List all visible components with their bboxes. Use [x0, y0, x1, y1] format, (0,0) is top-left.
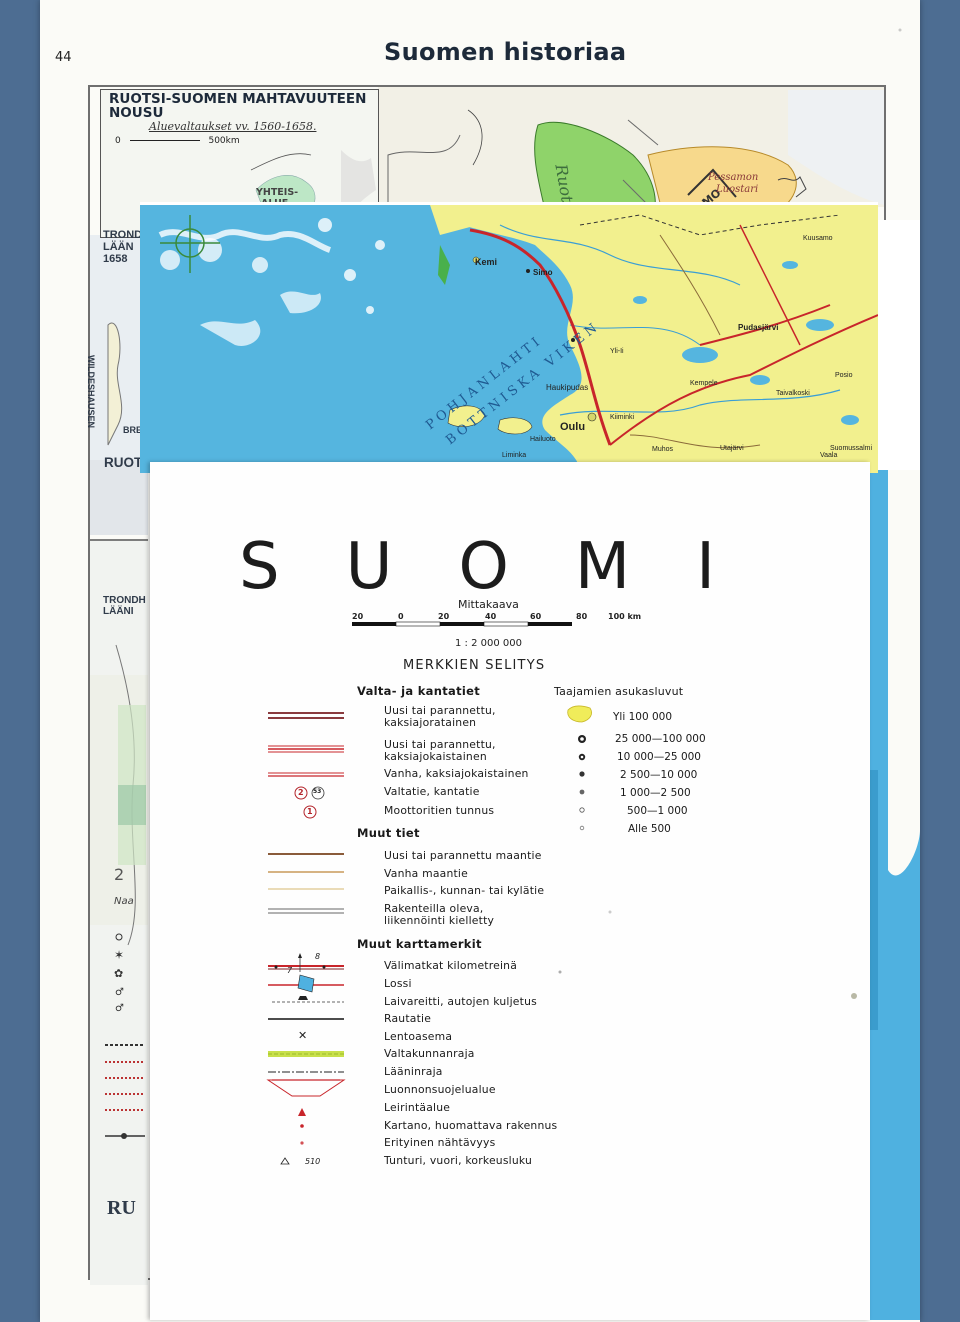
- scan-specks: [558, 28, 902, 999]
- scanned-atlas-page: 44 Suomen historiaa Ruotsi MO Pessamon L…: [0, 0, 960, 1322]
